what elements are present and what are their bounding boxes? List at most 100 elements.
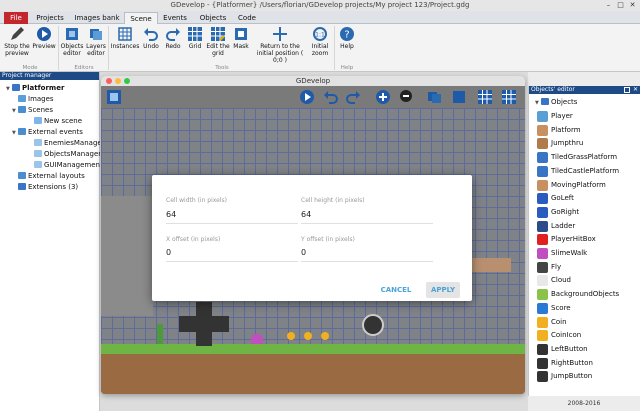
tree-item-extensions[interactable]: Extensions (3) bbox=[18, 183, 78, 192]
objects-root-label: Objects bbox=[551, 98, 578, 106]
tree-item-objects-management[interactable]: ObjectsManagem bbox=[34, 150, 105, 159]
dirt-ground bbox=[101, 354, 525, 394]
objects-panel-icon[interactable] bbox=[106, 89, 122, 105]
redo-icon[interactable] bbox=[345, 89, 361, 105]
preview-button[interactable]: Preview bbox=[32, 26, 56, 50]
object-item[interactable]: PlayerHitBox bbox=[537, 233, 596, 246]
x-offset-input[interactable]: 0 bbox=[166, 248, 171, 257]
object-item[interactable]: TiledGrassPlatform bbox=[537, 151, 618, 164]
layers-editor-button[interactable]: Layers editor bbox=[84, 26, 108, 57]
redo-button[interactable]: Redo bbox=[162, 26, 184, 50]
window-close-icon[interactable] bbox=[106, 78, 112, 84]
cell-height-label: Cell height (in pixels) bbox=[301, 197, 365, 204]
tree-item-images[interactable]: Images bbox=[18, 95, 54, 104]
object-item[interactable]: Score bbox=[537, 302, 571, 314]
settings-icon[interactable] bbox=[501, 89, 517, 105]
apply-button[interactable]: APPLY bbox=[426, 282, 460, 298]
edit-grid-button[interactable]: Edit the grid bbox=[206, 26, 230, 57]
object-item[interactable]: GoRight bbox=[537, 206, 579, 218]
tree-item-scenes[interactable]: ▼ Scenes bbox=[12, 106, 53, 116]
tree-item-enemies-manager[interactable]: EnemiesManager bbox=[34, 139, 105, 148]
object-thumbnail-icon bbox=[537, 248, 548, 259]
object-item[interactable]: JumpButton bbox=[537, 370, 592, 383]
y-offset-input[interactable]: 0 bbox=[301, 248, 306, 257]
objects-folder-icon bbox=[541, 98, 549, 105]
instances-label: Instances bbox=[110, 43, 140, 50]
object-item[interactable]: TiledCastlePlatform bbox=[537, 165, 619, 177]
tab-events[interactable]: Events bbox=[160, 12, 190, 24]
stop-preview-button[interactable]: Stop the preview bbox=[2, 26, 32, 57]
redo-icon bbox=[166, 28, 180, 41]
coin-sprite bbox=[287, 332, 295, 340]
tree-label: GUIManagement bbox=[44, 161, 103, 169]
object-item[interactable]: Fly bbox=[537, 261, 562, 273]
tab-scene[interactable]: Scene bbox=[124, 12, 158, 24]
play-icon[interactable] bbox=[299, 89, 315, 105]
object-item[interactable]: CoinIcon bbox=[537, 329, 581, 342]
tree-item-external-events[interactable]: ▼ External events bbox=[12, 128, 83, 138]
maximize-icon[interactable]: □ bbox=[616, 1, 625, 9]
objects-editor-title: Objects' editor bbox=[531, 86, 575, 93]
object-item[interactable]: Player bbox=[537, 110, 573, 122]
grid-button[interactable]: Grid bbox=[184, 26, 206, 50]
tree-item-new-scene[interactable]: New scene bbox=[34, 117, 82, 126]
status-footer: 2008-2016 bbox=[528, 396, 640, 411]
object-thumbnail-icon bbox=[537, 316, 548, 328]
object-item[interactable]: Cloud bbox=[537, 274, 571, 287]
tree-item-platformer[interactable]: ▼ Platformer bbox=[6, 84, 64, 94]
scene-window-title: GDevelop bbox=[295, 77, 331, 85]
tab-projects[interactable]: Projects bbox=[32, 12, 68, 24]
object-label: Coin bbox=[551, 317, 567, 326]
objects-icon[interactable] bbox=[451, 89, 467, 105]
cancel-button[interactable]: CANCEL bbox=[376, 282, 416, 298]
tab-code[interactable]: Code bbox=[234, 12, 260, 24]
group-editors-label: Editors bbox=[74, 65, 94, 71]
undo-button[interactable]: Undo bbox=[140, 26, 162, 50]
undo-icon[interactable] bbox=[323, 89, 339, 105]
tab-file[interactable]: File bbox=[4, 12, 28, 24]
objects-editor-button[interactable]: Objects editor bbox=[60, 26, 84, 57]
edit-grid-label: Edit the grid bbox=[206, 43, 230, 57]
object-item[interactable]: SlimeWalk bbox=[537, 247, 587, 259]
dpad-control-vertical bbox=[196, 302, 212, 346]
object-item[interactable]: Coin bbox=[537, 316, 567, 328]
object-item[interactable]: RightButton bbox=[537, 357, 593, 369]
initial-zoom-button[interactable]: 1:1 Initial zoom bbox=[308, 26, 332, 57]
tab-images-bank[interactable]: Images bank bbox=[72, 12, 122, 24]
close-icon[interactable]: ✕ bbox=[628, 1, 637, 9]
mask-icon bbox=[235, 28, 247, 40]
object-item[interactable]: LeftButton bbox=[537, 343, 588, 355]
window-minimize-icon[interactable] bbox=[115, 78, 121, 84]
tree-item-gui-management[interactable]: GUIManagement bbox=[34, 161, 103, 170]
cell-width-input[interactable]: 64 bbox=[166, 210, 176, 219]
object-label: TiledGrassPlatform bbox=[551, 153, 618, 162]
object-item[interactable]: MovingPlatform bbox=[537, 179, 606, 191]
object-item[interactable]: Platform bbox=[537, 124, 581, 136]
minimize-icon[interactable]: – bbox=[604, 1, 613, 9]
delete-icon[interactable] bbox=[399, 89, 415, 105]
object-item[interactable]: GoLeft bbox=[537, 192, 574, 205]
layers-icon[interactable] bbox=[427, 89, 443, 105]
return-origin-button[interactable]: Return to the initial position ( 0;0 ) bbox=[252, 26, 308, 64]
object-item[interactable]: Jumpthru bbox=[537, 137, 583, 150]
objects-root[interactable]: ▼ Objects bbox=[535, 98, 577, 108]
tab-objects[interactable]: Objects bbox=[196, 12, 230, 24]
panel-maximize-icon[interactable] bbox=[624, 87, 630, 93]
grid-icon[interactable] bbox=[477, 89, 493, 105]
scene-window-titlebar: GDevelop bbox=[101, 76, 525, 86]
slime-sprite bbox=[251, 334, 263, 344]
window-zoom-icon[interactable] bbox=[124, 78, 130, 84]
mask-button[interactable]: Mask bbox=[230, 26, 252, 50]
object-item[interactable]: BackgroundObjects bbox=[537, 288, 619, 301]
panel-close-icon[interactable]: ✕ bbox=[633, 86, 638, 94]
tree-item-external-layouts[interactable]: External layouts bbox=[18, 172, 85, 181]
ribbon-separator bbox=[58, 26, 59, 70]
help-button[interactable]: ? Help bbox=[336, 26, 358, 50]
add-icon[interactable] bbox=[375, 89, 391, 105]
cell-height-input[interactable]: 64 bbox=[301, 210, 311, 219]
object-item[interactable]: Ladder bbox=[537, 220, 575, 232]
tree-label: EnemiesManager bbox=[44, 139, 105, 147]
object-label: Fly bbox=[551, 262, 562, 271]
object-thumbnail-icon bbox=[537, 343, 548, 355]
instances-button[interactable]: Instances bbox=[110, 26, 140, 50]
